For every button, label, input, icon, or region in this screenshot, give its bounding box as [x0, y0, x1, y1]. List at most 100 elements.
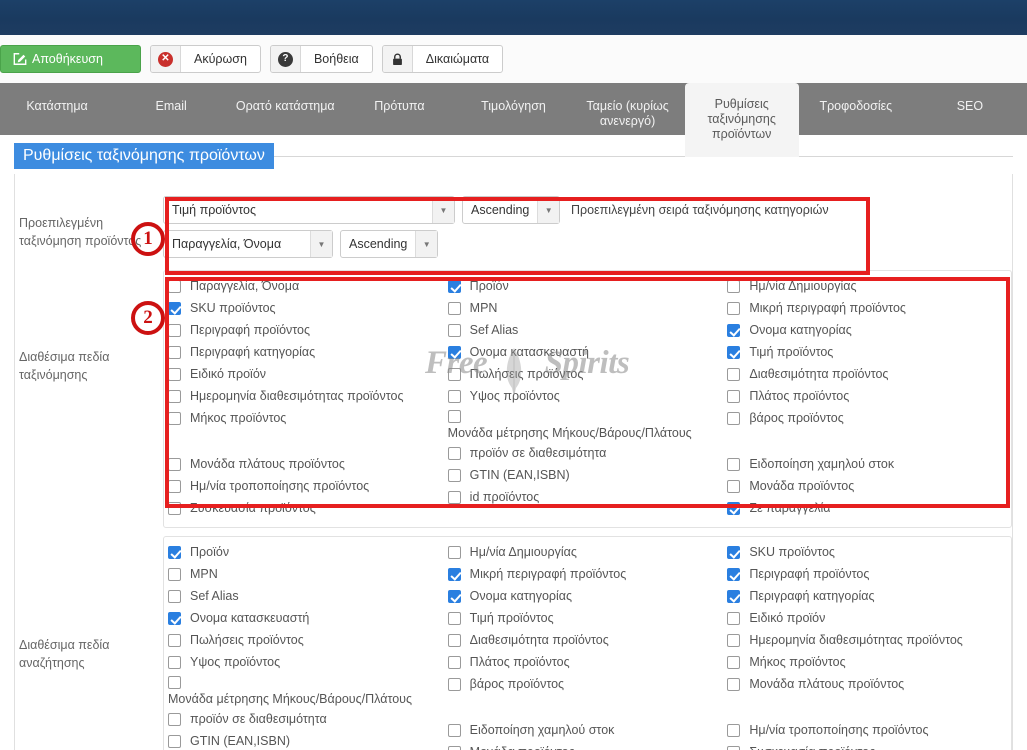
checkbox-unchecked-icon[interactable]	[447, 724, 461, 737]
checkbox-item[interactable]: Ειδοποίηση χαμηλού στοκ	[447, 721, 722, 741]
category-sort-direction-select[interactable]: Ascending ▼	[340, 230, 438, 258]
checkbox-item[interactable]: Ονομα κατασκευαστή	[168, 609, 442, 629]
checkbox-item[interactable]: βάρος προϊόντος	[447, 675, 722, 695]
checkbox-item[interactable]: MPN	[447, 299, 722, 319]
checkbox-item[interactable]: SKU προϊόντος	[168, 299, 442, 319]
checkbox-item[interactable]: GTIN (EAN,ISBN)	[447, 466, 722, 486]
checkbox-unchecked-icon[interactable]	[447, 612, 461, 625]
checkbox-item[interactable]: Υψος προϊόντος	[168, 653, 442, 673]
checkbox-item[interactable]: Ονομα κατηγορίας	[727, 321, 1001, 341]
checkbox-item[interactable]: Συσκευασία προϊόντος	[168, 499, 442, 519]
checkbox-unchecked-icon[interactable]	[727, 412, 741, 425]
checkbox-unchecked-icon[interactable]	[727, 634, 741, 647]
checkbox-item[interactable]: Μήκος προϊόντος	[168, 409, 442, 429]
checkbox-unchecked-icon[interactable]	[168, 480, 181, 493]
checkbox-item[interactable]: Πλάτος προϊόντος	[727, 387, 1001, 407]
checkbox-item[interactable]: Μονάδα μέτρησης Μήκους/Βάρους/Πλάτους	[447, 410, 722, 442]
checkbox-item[interactable]: Ονομα κατηγορίας	[447, 587, 722, 607]
checkbox-unchecked-icon[interactable]	[727, 280, 741, 293]
checkbox-item[interactable]: Συσκευασία προϊόντος	[727, 743, 1001, 750]
tab-0[interactable]: Κατάστημα	[0, 83, 114, 114]
checkbox-item[interactable]: Ειδικό προϊόν	[727, 609, 1001, 629]
checkbox-item[interactable]: Περιγραφή προϊόντος	[727, 565, 1001, 585]
checkbox-unchecked-icon[interactable]	[168, 568, 181, 581]
checkbox-unchecked-icon[interactable]	[447, 546, 461, 559]
checkbox-item[interactable]: βάρος προϊόντος	[727, 409, 1001, 429]
checkbox-item[interactable]: προϊόν σε διαθεσιμότητα	[447, 444, 722, 464]
checkbox-unchecked-icon[interactable]	[447, 634, 461, 647]
checkbox-item[interactable]: Προϊόν	[168, 543, 442, 563]
checkbox-checked-icon[interactable]	[727, 324, 741, 337]
checkbox-checked-icon[interactable]	[727, 502, 741, 515]
checkbox-unchecked-icon[interactable]	[727, 656, 741, 669]
checkbox-item[interactable]: Sef Alias	[168, 587, 442, 607]
checkbox-checked-icon[interactable]	[727, 590, 741, 603]
tab-8[interactable]: SEO	[913, 83, 1027, 114]
checkbox-item[interactable]: GTIN (EAN,ISBN)	[168, 732, 442, 750]
checkbox-unchecked-icon[interactable]	[168, 502, 181, 515]
checkbox-item[interactable]: Προϊόν	[447, 277, 722, 297]
checkbox-unchecked-icon[interactable]	[727, 612, 741, 625]
cancel-button[interactable]: ✕ Ακύρωση	[150, 45, 261, 73]
checkbox-item[interactable]: MPN	[168, 565, 442, 585]
checkbox-item[interactable]: Μονάδα πλάτους προϊόντος	[168, 455, 442, 475]
checkbox-unchecked-icon[interactable]	[727, 368, 741, 381]
checkbox-item[interactable]: Μονάδα πλάτους προϊόντος	[727, 675, 1001, 695]
checkbox-item[interactable]: Ημ/νία τροποποίησης προϊόντος	[168, 477, 442, 497]
checkbox-checked-icon[interactable]	[447, 568, 461, 581]
checkbox-checked-icon[interactable]	[168, 302, 181, 315]
tab-2[interactable]: Ορατό κατάστημα	[228, 83, 342, 114]
checkbox-item[interactable]: Ειδικό προϊόν	[168, 365, 442, 385]
checkbox-item[interactable]: Μικρή περιγραφή προϊόντος	[447, 565, 722, 585]
checkbox-unchecked-icon[interactable]	[168, 656, 181, 669]
checkbox-item[interactable]: Ημ/νία Δημιουργίας	[727, 277, 1001, 297]
tab-5[interactable]: Ταμείο (κυρίως ανενεργό)	[571, 83, 685, 129]
checkbox-item[interactable]: Sef Alias	[447, 321, 722, 341]
checkbox-checked-icon[interactable]	[727, 346, 741, 359]
checkbox-item[interactable]: Μήκος προϊόντος	[727, 653, 1001, 673]
checkbox-unchecked-icon[interactable]	[447, 302, 461, 315]
checkbox-unchecked-icon[interactable]	[447, 656, 461, 669]
checkbox-unchecked-icon[interactable]	[168, 368, 181, 381]
checkbox-unchecked-icon[interactable]	[727, 746, 741, 750]
checkbox-item[interactable]: Πωλήσεις προϊόντος	[447, 365, 722, 385]
checkbox-item[interactable]: Μονάδα προϊόντος	[727, 477, 1001, 497]
checkbox-checked-icon[interactable]	[727, 546, 741, 559]
checkbox-item[interactable]: Περιγραφή κατηγορίας	[727, 587, 1001, 607]
checkbox-item[interactable]: Διαθεσιμότητα προϊόντος	[727, 365, 1001, 385]
checkbox-item[interactable]: Πλάτος προϊόντος	[447, 653, 722, 673]
checkbox-item[interactable]: Διαθεσιμότητα προϊόντος	[447, 631, 722, 651]
checkbox-unchecked-icon[interactable]	[447, 390, 461, 403]
checkbox-item[interactable]: Παραγγελία, Όνομα	[168, 277, 442, 297]
checkbox-item[interactable]: Περιγραφή προϊόντος	[168, 321, 442, 341]
checkbox-checked-icon[interactable]	[168, 546, 181, 559]
checkbox-item[interactable]: id προϊόντος	[447, 488, 722, 508]
checkbox-unchecked-icon[interactable]	[727, 458, 741, 471]
tab-6[interactable]: Ρυθμίσεις ταξινόμησης προϊόντων	[684, 83, 799, 157]
checkbox-item[interactable]: Μονάδα μέτρησης Μήκους/Βάρους/Πλάτους	[168, 676, 442, 708]
permissions-button[interactable]: Δικαιώματα	[381, 45, 504, 73]
checkbox-item[interactable]: Ημ/νία τροποποίησης προϊόντος	[727, 721, 1001, 741]
category-sort-field-select[interactable]: Παραγγελία, Όνομα ▼	[163, 230, 333, 258]
help-button[interactable]: ? Βοήθεια	[269, 45, 373, 73]
checkbox-item[interactable]: Υψος προϊόντος	[447, 387, 722, 407]
checkbox-item[interactable]: Τιμή προϊόντος	[447, 609, 722, 629]
checkbox-item[interactable]: Ονομα κατασκευαστή	[447, 343, 722, 363]
checkbox-unchecked-icon[interactable]	[168, 458, 181, 471]
checkbox-unchecked-icon[interactable]	[727, 302, 741, 315]
checkbox-unchecked-icon[interactable]	[168, 634, 181, 647]
checkbox-unchecked-icon[interactable]	[447, 368, 461, 381]
tab-7[interactable]: Τροφοδοσίες	[799, 83, 913, 114]
checkbox-item[interactable]: Μικρή περιγραφή προϊόντος	[727, 299, 1001, 319]
checkbox-unchecked-icon[interactable]	[168, 280, 181, 293]
checkbox-item[interactable]: Ειδοποίηση χαμηλού στοκ	[727, 455, 1001, 475]
checkbox-unchecked-icon[interactable]	[447, 678, 461, 691]
checkbox-unchecked-icon[interactable]	[447, 469, 461, 482]
checkbox-item[interactable]: Ημερομηνία διαθεσιμότητας προϊόντος	[168, 387, 442, 407]
tab-1[interactable]: Email	[114, 83, 228, 114]
product-sort-direction-select[interactable]: Ascending ▼	[462, 196, 560, 224]
checkbox-unchecked-icon[interactable]	[447, 447, 461, 460]
checkbox-item[interactable]: Μονάδα προϊόντος	[447, 743, 722, 750]
checkbox-unchecked-icon[interactable]	[168, 390, 181, 403]
checkbox-unchecked-icon[interactable]	[168, 324, 181, 337]
